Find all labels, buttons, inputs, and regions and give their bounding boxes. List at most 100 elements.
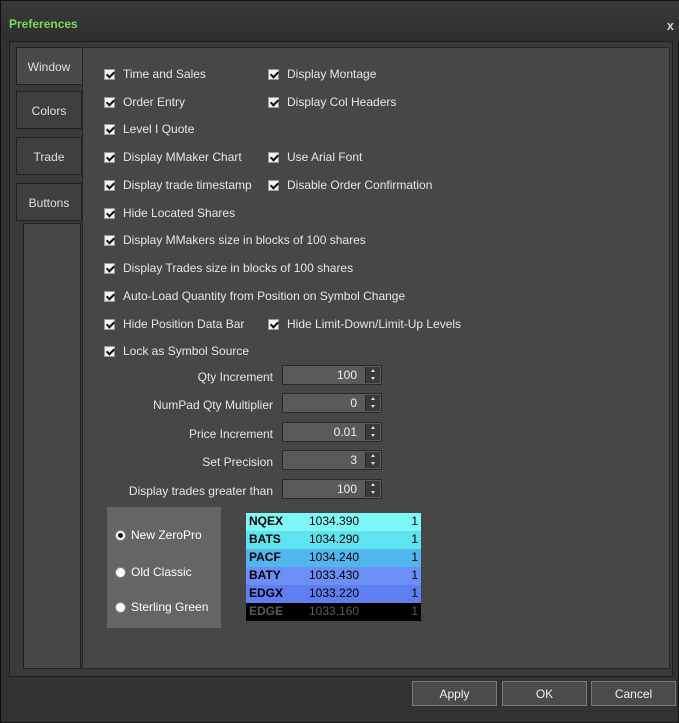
price-increment-stepper[interactable] <box>282 422 382 442</box>
preview-price: 1034.390 <box>309 514 360 528</box>
title-bar[interactable]: Preferences x <box>1 1 679 41</box>
radio-label: Sterling Green <box>131 600 209 614</box>
preview-row: EDGX 1033.220 1 <box>246 585 421 603</box>
qty-increment-stepper[interactable] <box>282 365 382 385</box>
window-title: Preferences <box>9 17 78 31</box>
hide-position-data-bar-label: Hide Position Data Bar <box>123 317 245 331</box>
theme-radio-group: New ZeroPro Old Classic Sterling Green <box>107 507 221 628</box>
numpad-qty-multiplier-stepper[interactable] <box>282 393 382 413</box>
checkmark-icon <box>268 318 279 330</box>
spin-up-icon[interactable] <box>366 424 381 432</box>
spin-down-icon[interactable] <box>366 403 381 411</box>
order-entry-checkbox[interactable]: Order Entry <box>104 94 185 110</box>
display-trades-greater-stepper[interactable] <box>282 479 382 499</box>
checkmark-icon <box>104 207 115 219</box>
display-trades-greater-input[interactable] <box>283 480 363 498</box>
checkmark-icon <box>104 290 115 302</box>
preferences-window: Preferences x Window Colors Trade Button… <box>0 0 679 723</box>
checkmark-icon <box>268 179 279 191</box>
trades-size-blocks-label: Display Trades size in blocks of 100 sha… <box>123 261 354 275</box>
tab-colors[interactable]: Colors <box>16 91 82 129</box>
preview-row: BATY 1033.430 1 <box>246 567 421 585</box>
numpad-qty-multiplier-input[interactable] <box>283 394 363 412</box>
ok-button[interactable]: OK <box>502 681 587 706</box>
mmakers-size-blocks-checkbox[interactable]: Display MMakers size in blocks of 100 sh… <box>104 232 366 248</box>
hide-located-shares-checkbox[interactable]: Hide Located Shares <box>104 205 235 221</box>
disable-order-confirmation-label: Disable Order Confirmation <box>287 178 433 192</box>
display-trade-timestamp-checkbox[interactable]: Display trade timestamp <box>104 177 252 193</box>
close-icon[interactable]: x <box>667 18 674 33</box>
display-montage-checkbox[interactable]: Display Montage <box>268 66 376 82</box>
level1-quote-checkbox[interactable]: Level I Quote <box>104 121 194 137</box>
spin-buttons <box>365 481 380 497</box>
spin-up-icon[interactable] <box>366 367 381 375</box>
order-entry-label: Order Entry <box>123 95 186 109</box>
display-montage-label: Display Montage <box>287 67 377 81</box>
spin-down-icon[interactable] <box>366 460 381 468</box>
spin-down-icon[interactable] <box>366 432 381 440</box>
preview-price: 1034.240 <box>309 550 360 564</box>
preview-size: 1 <box>411 550 418 564</box>
preview-price: 1033.160 <box>309 604 360 618</box>
spin-up-icon[interactable] <box>366 452 381 460</box>
radio-unselected-icon <box>115 601 126 613</box>
radio-label: Old Classic <box>131 565 192 579</box>
preview-size: 1 <box>411 586 418 600</box>
tab-buttons[interactable]: Buttons <box>16 183 82 221</box>
checkmark-icon <box>104 262 115 274</box>
spin-buttons <box>365 395 380 411</box>
preview-row: NQEX 1034.390 1 <box>246 513 421 531</box>
preview-size: 1 <box>411 604 418 618</box>
display-col-headers-checkbox[interactable]: Display Col Headers <box>268 94 396 110</box>
auto-load-quantity-checkbox[interactable]: Auto-Load Quantity from Position on Symb… <box>104 288 405 304</box>
checkmark-icon <box>268 151 279 163</box>
tab-rail <box>23 223 81 669</box>
preview-exchange: PACF <box>249 550 281 564</box>
spin-up-icon[interactable] <box>366 395 381 403</box>
spin-buttons <box>365 424 380 440</box>
tab-trade[interactable]: Trade <box>16 137 82 175</box>
price-increment-input[interactable] <box>283 423 363 441</box>
preview-price: 1034.290 <box>309 532 360 546</box>
preview-size: 1 <box>411 514 418 528</box>
preview-price: 1033.220 <box>309 586 360 600</box>
spin-down-icon[interactable] <box>366 489 381 497</box>
radio-selected-icon <box>115 529 126 541</box>
preview-exchange: BATY <box>249 568 281 582</box>
radio-new-zeropro[interactable]: New ZeroPro <box>115 527 202 543</box>
display-trade-timestamp-label: Display trade timestamp <box>123 178 252 192</box>
checkmark-icon <box>104 234 115 246</box>
cancel-button[interactable]: Cancel <box>591 681 676 706</box>
hide-position-data-bar-checkbox[interactable]: Hide Position Data Bar <box>104 316 244 332</box>
hide-limit-levels-checkbox[interactable]: Hide Limit-Down/Limit-Up Levels <box>268 316 461 332</box>
spin-up-icon[interactable] <box>366 481 381 489</box>
preview-row: PACF 1034.240 1 <box>246 549 421 567</box>
set-precision-input[interactable] <box>283 451 363 469</box>
spin-buttons <box>365 367 380 383</box>
qty-increment-input[interactable] <box>283 366 363 384</box>
display-mmaker-chart-checkbox[interactable]: Display MMaker Chart <box>104 149 242 165</box>
hide-located-shares-label: Hide Located Shares <box>123 206 236 220</box>
qty-increment-label: Qty Increment <box>197 370 273 384</box>
time-and-sales-checkbox[interactable]: Time and Sales <box>104 66 206 82</box>
disable-order-confirmation-checkbox[interactable]: Disable Order Confirmation <box>268 177 432 193</box>
use-arial-font-checkbox[interactable]: Use Arial Font <box>268 149 362 165</box>
spin-down-icon[interactable] <box>366 375 381 383</box>
lock-symbol-source-checkbox[interactable]: Lock as Symbol Source <box>104 343 249 359</box>
checkmark-icon <box>104 179 115 191</box>
checkmark-icon <box>104 96 115 108</box>
apply-button[interactable]: Apply <box>412 681 497 706</box>
preview-exchange: BATS <box>249 532 281 546</box>
radio-label: New ZeroPro <box>131 528 202 542</box>
tab-window[interactable]: Window <box>16 47 82 85</box>
radio-sterling-green[interactable]: Sterling Green <box>115 599 208 615</box>
auto-load-quantity-label: Auto-Load Quantity from Position on Symb… <box>123 289 406 303</box>
trades-size-blocks-checkbox[interactable]: Display Trades size in blocks of 100 sha… <box>104 260 353 276</box>
lock-symbol-source-label: Lock as Symbol Source <box>123 344 250 358</box>
set-precision-stepper[interactable] <box>282 450 382 470</box>
use-arial-font-label: Use Arial Font <box>287 150 363 164</box>
radio-old-classic[interactable]: Old Classic <box>115 564 192 580</box>
preview-exchange: EDGE <box>249 604 284 618</box>
set-precision-label: Set Precision <box>202 455 273 469</box>
level1-quote-label: Level I Quote <box>123 122 195 136</box>
